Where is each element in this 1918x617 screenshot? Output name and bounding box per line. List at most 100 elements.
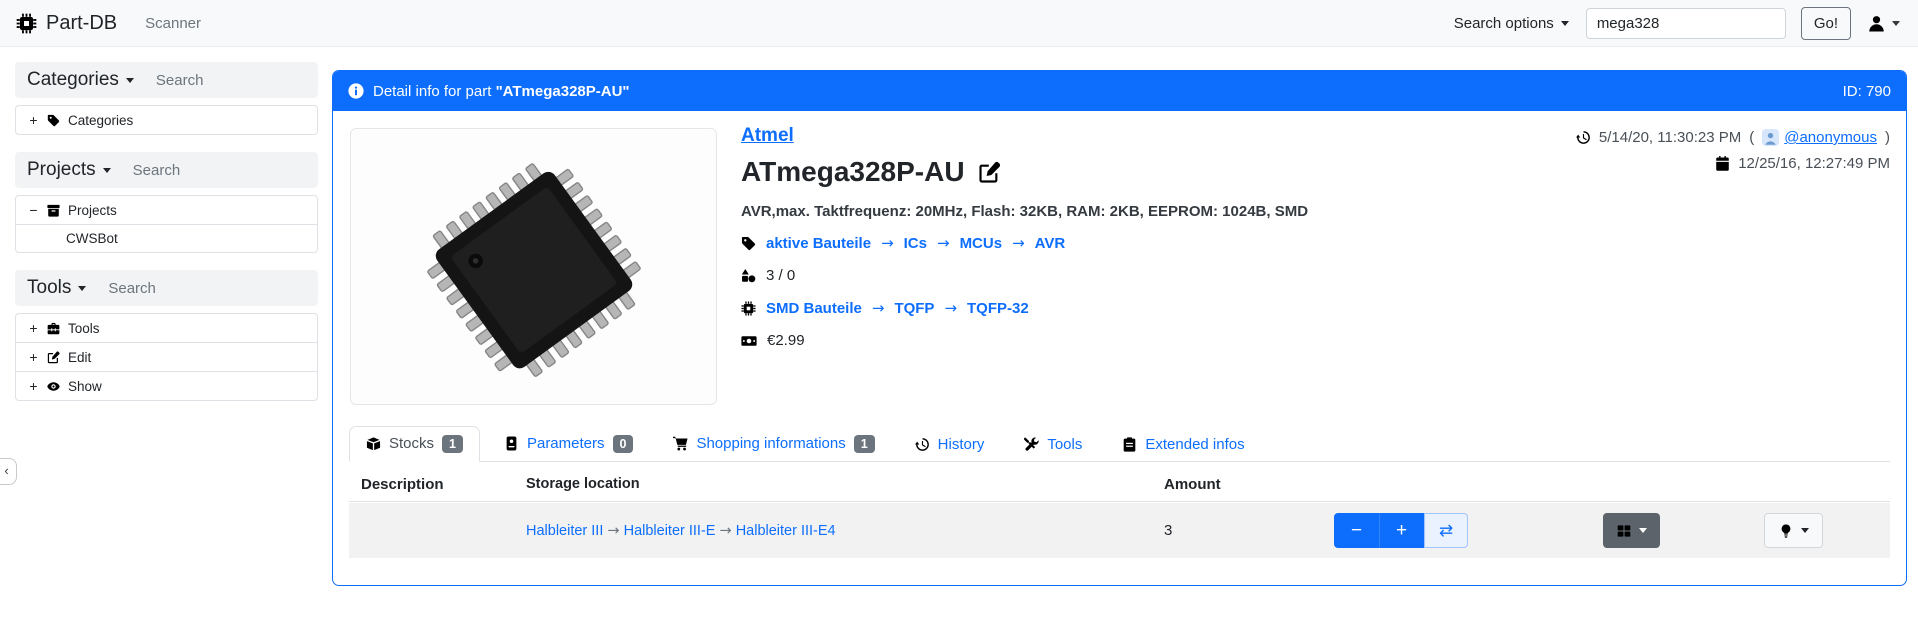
decrease-amount-button[interactable]: − [1334,513,1379,548]
caret-down-icon [126,78,134,83]
category-link[interactable]: MCUs [960,235,1003,252]
manufacturer-link[interactable]: Atmel [741,125,794,146]
tab-label: Stocks [389,435,434,452]
tools-tree: + Tools + Edit + Show [15,313,318,401]
tab-shopping-informations[interactable]: Shopping informations 1 [657,427,890,462]
tab-extended-infos[interactable]: Extended infos [1106,428,1260,461]
clipboard-icon [1122,437,1137,452]
screwdriver-wrench-icon [1024,437,1039,452]
archive-icon [47,204,60,217]
stock-table-row: Halbleiter III → Halbleiter III-E → Halb… [349,503,1890,558]
expand-icon[interactable]: + [28,378,39,394]
projects-tree: − Projects CWSBot [15,195,318,253]
header-text: Detail info for part "ATmega328P-AU" [373,83,630,100]
search-options-dropdown[interactable]: Search options [1452,11,1571,36]
tab-label: Extended infos [1145,436,1244,453]
tree-item-projects[interactable]: − Projects [16,196,317,224]
pen-square-icon [978,161,1001,184]
tab-badge: 1 [854,435,875,454]
storage-location-link[interactable]: Halbleiter III-E4 [736,523,836,539]
expand-icon[interactable]: + [28,112,39,128]
microchip-icon [16,13,37,34]
move-stock-button[interactable]: ⇄ [1424,513,1468,548]
tree-item-label: Categories [68,113,133,128]
projects-dropdown[interactable]: Projects [27,159,111,181]
tree-item-label: Show [68,379,102,394]
tab-badge: 1 [442,435,463,454]
tree-item-show[interactable]: + Show [16,371,317,400]
eye-icon [47,380,60,393]
category-row: aktive Bauteile → ICs → MCUs → AVR [741,234,1308,252]
user-icon [1868,15,1885,32]
tree-item-edit[interactable]: + Edit [16,342,317,371]
storage-location-link[interactable]: Halbleiter III-E [624,523,716,539]
footprint-link[interactable]: TQFP-32 [967,300,1029,317]
caret-down-icon [1561,21,1569,26]
sidebar-collapse-toggle[interactable]: ‹ [0,458,17,485]
swap-arrows-icon: ⇄ [1439,521,1453,541]
caret-down-icon [1801,528,1809,533]
category-link[interactable]: ICs [904,235,927,252]
category-link[interactable]: AVR [1035,235,1066,252]
search-input[interactable] [1586,8,1786,39]
header-prefix: Detail info for part [373,83,491,100]
brand-label: Part-DB [46,12,117,35]
tree-item-categories[interactable]: + Categories [16,106,317,134]
tools-dropdown[interactable]: Tools [27,277,86,299]
label-dropdown[interactable] [1764,513,1823,548]
tree-item-label: Tools [68,321,100,336]
arrow-right-icon: → [872,299,885,317]
tab-parameters[interactable]: Parameters 0 [488,427,649,462]
column-header-amount: Amount [1164,476,1324,493]
part-detail-header: Detail info for part "ATmega328P-AU" ID:… [333,71,1906,111]
expand-icon[interactable]: + [28,320,39,336]
tab-stocks[interactable]: Stocks 1 [349,426,480,463]
part-id-badge: ID: 790 [1843,83,1891,100]
tab-tools[interactable]: Tools [1008,428,1098,461]
part-tabs: Stocks 1 Parameters 0 Shopping informati… [349,423,1890,462]
top-navbar: Part-DB Scanner Search options Go! [0,0,1918,47]
increase-amount-button[interactable]: + [1379,513,1424,548]
tree-item-label: CWSBot [66,231,118,246]
categories-dropdown[interactable]: Categories [27,69,134,91]
edit-part-button[interactable] [978,161,1001,184]
tools-search-input[interactable] [106,279,246,298]
categories-search-input[interactable] [154,71,294,90]
part-image[interactable] [350,128,717,405]
stock-summary-row: 3 / 0 [741,267,1308,284]
quantity-button-group: − + ⇄ [1334,513,1468,548]
tag-icon [741,236,756,251]
category-link[interactable]: aktive Bauteile [766,235,871,252]
part-info: Atmel ATmega328P-AU AVR,max. Taktfrequen… [741,125,1308,364]
footprint-link[interactable]: SMD Bauteile [766,300,862,317]
search-go-button[interactable]: Go! [1801,7,1851,40]
chevron-left-icon: ‹ [4,463,8,478]
tab-label: Tools [1047,436,1082,453]
tree-item-cwsbot[interactable]: CWSBot [16,224,317,252]
tree-item-tools[interactable]: + Tools [16,314,317,342]
tab-history[interactable]: History [899,428,1001,461]
part-dates: 5/14/20, 11:30:23 PM ( @anonymous) 12/25… [1576,129,1890,181]
brand-link[interactable]: Part-DB [16,12,117,35]
expand-icon[interactable]: + [28,349,39,365]
history-icon [1576,130,1591,145]
tag-icon [47,114,60,127]
user-menu-dropdown[interactable] [1866,13,1902,34]
id-badge-icon [504,436,519,451]
caret-down-icon [1639,528,1647,533]
storage-location-link[interactable]: Halbleiter III [526,523,603,539]
categories-tree: + Categories [15,105,318,135]
table-options-dropdown[interactable] [1603,513,1660,548]
nav-scanner-link[interactable]: Scanner [145,15,201,32]
avatar-icon [1762,129,1779,146]
projects-search-input[interactable] [131,161,271,180]
footprint-link[interactable]: TQFP [894,300,934,317]
tree-item-label: Projects [68,203,117,218]
caret-down-icon [78,286,86,291]
arrow-right-icon: → [1012,234,1025,252]
column-header-storage-location: Storage location [526,476,1164,492]
collapse-minus-icon[interactable]: − [28,202,39,218]
tab-label: Parameters [527,435,605,452]
modified-user-link[interactable]: @anonymous [1762,129,1877,146]
lightbulb-icon [1779,524,1793,538]
